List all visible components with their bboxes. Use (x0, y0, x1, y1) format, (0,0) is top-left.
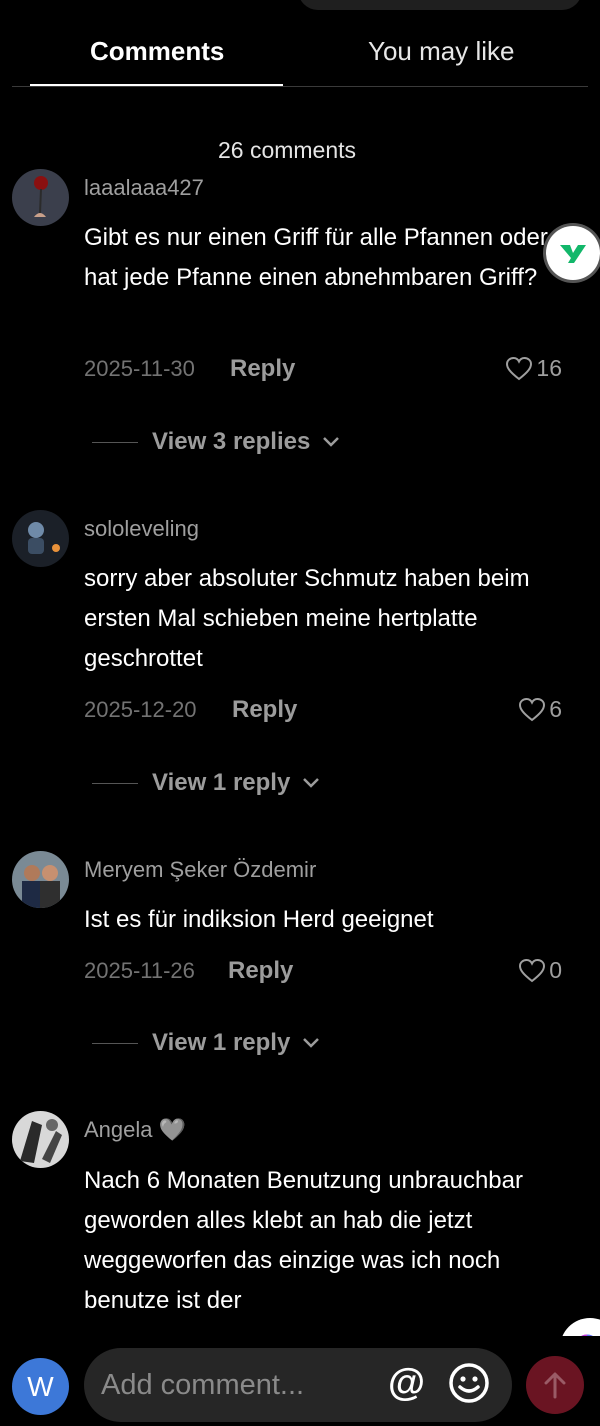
tab-you-may-like[interactable]: You may like (368, 36, 514, 67)
floating-badge[interactable] (546, 226, 600, 280)
comment-username[interactable]: sololeveling (84, 516, 199, 542)
tab-comments[interactable]: Comments (90, 36, 224, 67)
heart-outline-icon (519, 958, 546, 982)
comment-date: 2025-11-26 (84, 958, 195, 983)
avatar[interactable] (12, 1111, 69, 1168)
comment-item: sololeveling sorry aber absoluter Schmut… (0, 510, 600, 810)
send-button[interactable] (526, 1356, 584, 1414)
divider-line (92, 782, 138, 784)
divider-line (92, 1042, 138, 1044)
comment-item: Meryem Şeker Özdemir Ist es für indiksio… (0, 851, 600, 1071)
comment-input[interactable] (99, 1367, 379, 1403)
like-count: 6 (549, 696, 562, 722)
chevron-down-icon (303, 1038, 320, 1048)
reply-button[interactable]: Reply (230, 355, 295, 383)
comment-text: sorry aber absoluter Schmutz haben beim … (84, 565, 530, 672)
comment-text: Gibt es nur einen Griff für alle Pfannen… (84, 224, 548, 291)
at-icon[interactable]: @ (388, 1362, 425, 1405)
like-button[interactable]: 16 (506, 355, 562, 382)
comment-input-wrapper: @ (84, 1348, 512, 1422)
comment-item: Angela 🩶 Nach 6 Monaten Benutzung unbrau… (0, 1111, 600, 1331)
comment-date: 2025-11-30 (84, 356, 195, 381)
comment-username[interactable]: Meryem Şeker Özdemir (84, 857, 316, 883)
view-replies-label: View 1 reply (152, 769, 291, 796)
avatar[interactable] (12, 510, 69, 567)
chevron-down-icon (303, 778, 320, 788)
avatar[interactable] (12, 851, 69, 908)
comment-date: 2025-12-20 (84, 697, 197, 722)
emoji-icon[interactable] (448, 1362, 490, 1409)
view-replies-button[interactable]: View 1 reply (92, 1029, 320, 1057)
view-replies-label: View 3 replies (152, 428, 311, 455)
reply-button[interactable]: Reply (228, 957, 293, 985)
comment-composer: W @ (0, 1336, 600, 1426)
comment-count: 26 comments (217, 137, 357, 163)
brand-logo-icon (560, 245, 586, 263)
view-replies-button[interactable]: View 3 replies (92, 428, 340, 456)
like-button[interactable]: 6 (519, 696, 562, 723)
like-count: 16 (536, 355, 562, 381)
heart-outline-icon (506, 356, 533, 380)
comment-username[interactable]: laaalaaa427 (84, 175, 204, 201)
reply-button[interactable]: Reply (232, 696, 297, 724)
top-pill (298, 0, 582, 10)
like-count: 0 (549, 957, 562, 983)
tab-bar: Comments You may like (12, 24, 588, 90)
comment-text: Nach 6 Monaten Benutzung unbrauchbar gew… (84, 1167, 523, 1314)
heart-outline-icon (519, 697, 546, 721)
divider-line (92, 441, 138, 443)
like-button[interactable]: 0 (519, 957, 562, 984)
tab-divider (12, 86, 588, 87)
user-avatar[interactable]: W (12, 1358, 69, 1415)
view-replies-label: View 1 reply (152, 1029, 291, 1056)
send-arrow-icon (544, 1372, 566, 1399)
chevron-down-icon (323, 437, 340, 447)
comment-text: Ist es für indiksion Herd geeignet (84, 906, 434, 933)
view-replies-button[interactable]: View 1 reply (92, 769, 320, 797)
comment-username[interactable]: Angela 🩶 (84, 1117, 186, 1143)
comment-item: laaalaaa427 Gibt es nur einen Griff für … (0, 169, 600, 469)
avatar[interactable] (12, 169, 69, 226)
